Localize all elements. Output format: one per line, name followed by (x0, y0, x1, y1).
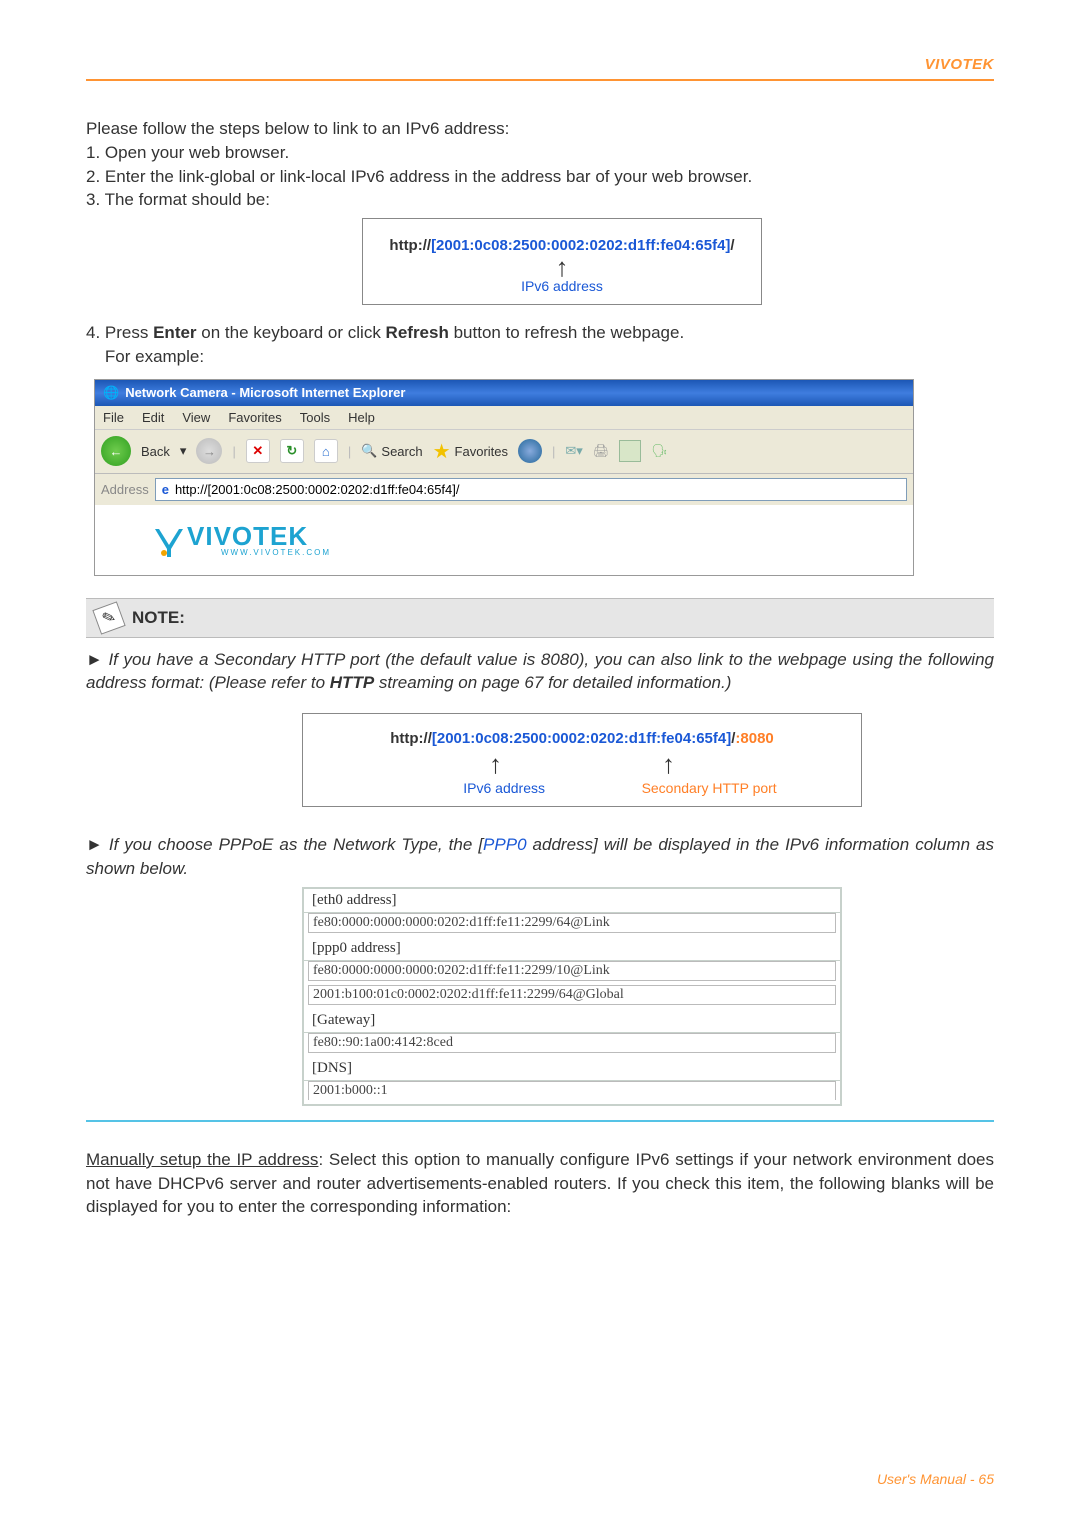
refresh-button-icon[interactable]: ↻ (280, 439, 304, 463)
step4-post: button to refresh the webpage. (449, 323, 684, 342)
favorites-label: Favorites (455, 444, 508, 459)
search-icon: 🔍 (361, 443, 377, 459)
url-format-box-2: http://[2001:0c08:2500:0002:0202:d1ff:fe… (302, 713, 862, 807)
note2-ppp: PPP0 (483, 835, 526, 854)
ie-title-text: Network Camera - Microsoft Internet Expl… (125, 385, 405, 400)
search-button[interactable]: 🔍 Search (361, 443, 422, 459)
note2-pre: ► If you choose PPPoE as the Network Typ… (86, 835, 483, 854)
dns-value: 2001:b000::1 (308, 1081, 836, 1100)
note-pen-icon: ✎ (92, 601, 125, 634)
step4-pre: 4. Press (86, 323, 153, 342)
up-arrow-icon: ↑ (662, 749, 675, 780)
url1-http: http:// (389, 237, 431, 254)
manual-underline: Manually setup the IP address (86, 1150, 318, 1169)
eth0-label: [eth0 address] (304, 889, 840, 913)
url1-label: IPv6 address (375, 278, 749, 294)
gateway-label: [Gateway] (304, 1009, 840, 1033)
section-divider (86, 1120, 994, 1122)
messenger-button-icon[interactable]: 🗣 (651, 443, 668, 459)
url-format-box-1: http://[2001:0c08:2500:0002:0202:d1ff:fe… (362, 218, 762, 305)
url2-label-addr: IPv6 address (463, 780, 545, 796)
step4-eg: For example: (86, 345, 994, 369)
url1-addr: [2001:0c08:2500:0002:0202:d1ff:fe04:65f4… (431, 237, 730, 254)
ie-toolbar: ← Back ▾ → | ✕ ↻ ⌂ | 🔍Search ★Favorites … (95, 430, 913, 474)
ie-menu-help[interactable]: Help (348, 410, 375, 425)
print-button-icon[interactable]: 🖨 (593, 443, 610, 459)
back-dropdown-icon[interactable]: ▾ (180, 443, 187, 459)
manual-setup-text: Manually setup the IP address: Select th… (86, 1148, 994, 1219)
ie-content-area: VIVOTEK WWW.VIVOTEK.COM (95, 505, 913, 575)
vivotek-y-icon (155, 527, 183, 557)
step4-enter: Enter (153, 323, 196, 342)
ie-menu-bar: File Edit View Favorites Tools Help (95, 406, 913, 430)
media-button-icon[interactable] (518, 439, 542, 463)
address-label: Address (101, 482, 149, 497)
ie-app-icon: 🌐 (103, 385, 119, 401)
url2-addr: [2001:0c08:2500:0002:0202:d1ff:fe04:65f4… (432, 730, 731, 747)
ipv6-info-table: [eth0 address] fe80:0000:0000:0000:0202:… (302, 887, 842, 1106)
step4-mid: on the keyboard or click (197, 323, 386, 342)
step4-line: 4. Press Enter on the keyboard or click … (86, 321, 994, 345)
header-rule (86, 79, 994, 81)
note-title: NOTE: (132, 608, 185, 628)
note-2-text: ► If you choose PPPoE as the Network Typ… (86, 833, 994, 881)
ppp0-value-2: 2001:b100:01c0:0002:0202:d1ff:fe11:2299/… (308, 985, 836, 1005)
ie-title-bar: 🌐 Network Camera - Microsoft Internet Ex… (95, 380, 913, 406)
up-arrow-icon: ↑ (375, 257, 749, 278)
url2-label-port: Secondary HTTP port (642, 780, 777, 796)
ie-menu-edit[interactable]: Edit (142, 410, 164, 425)
intro-line2: 2. Enter the link-global or link-local I… (86, 165, 994, 189)
url2-port: :8080 (735, 730, 773, 747)
address-input[interactable]: e http://[2001:0c08:2500:0002:0202:d1ff:… (155, 478, 907, 501)
back-button-label[interactable]: Back (141, 444, 170, 459)
forward-button-icon[interactable]: → (196, 438, 222, 464)
ie-menu-favorites[interactable]: Favorites (228, 410, 281, 425)
gateway-value: fe80::90:1a00:4142:8ced (308, 1033, 836, 1053)
address-value: http://[2001:0c08:2500:0002:0202:d1ff:fe… (175, 482, 460, 497)
note-1-text: ► If you have a Secondary HTTP port (the… (86, 648, 994, 696)
ie-page-icon: e (162, 482, 169, 497)
favorites-button[interactable]: ★ Favorites (433, 439, 508, 464)
intro-line3: 3. The format should be: (86, 188, 994, 212)
star-icon: ★ (433, 439, 451, 464)
url1-slash: / (730, 237, 734, 254)
note-header: ✎ NOTE: (86, 598, 994, 638)
ie-menu-tools[interactable]: Tools (300, 410, 330, 425)
ie-window: 🌐 Network Camera - Microsoft Internet Ex… (94, 379, 914, 576)
intro-line0: Please follow the steps below to link to… (86, 117, 994, 141)
ie-menu-view[interactable]: View (182, 410, 210, 425)
dns-label: [DNS] (304, 1057, 840, 1081)
note1-post: streaming on page 67 for detailed inform… (374, 673, 731, 692)
intro-line1: 1. Open your web browser. (86, 141, 994, 165)
url2-http: http:// (390, 730, 432, 747)
stop-button-icon[interactable]: ✕ (246, 439, 270, 463)
step4-refresh: Refresh (386, 323, 449, 342)
page-footer: User's Manual - 65 (877, 1471, 994, 1487)
vivotek-logo-sub: WWW.VIVOTEK.COM (221, 548, 331, 557)
mail-button-icon[interactable]: ✉▾ (565, 443, 582, 459)
ie-address-bar: Address e http://[2001:0c08:2500:0002:02… (95, 474, 913, 505)
ie-menu-file[interactable]: File (103, 410, 124, 425)
edit-button-icon[interactable] (619, 440, 641, 462)
header-brand: VIVOTEK (86, 56, 994, 73)
search-label: Search (381, 444, 422, 459)
note1-http: HTTP (330, 673, 374, 692)
ppp0-value-1: fe80:0000:0000:0000:0202:d1ff:fe11:2299/… (308, 961, 836, 981)
up-arrow-icon: ↑ (489, 749, 502, 780)
ppp0-label: [ppp0 address] (304, 937, 840, 961)
home-button-icon[interactable]: ⌂ (314, 439, 338, 463)
eth0-value: fe80:0000:0000:0000:0202:d1ff:fe11:2299/… (308, 913, 836, 933)
back-button-icon[interactable]: ← (101, 436, 131, 466)
